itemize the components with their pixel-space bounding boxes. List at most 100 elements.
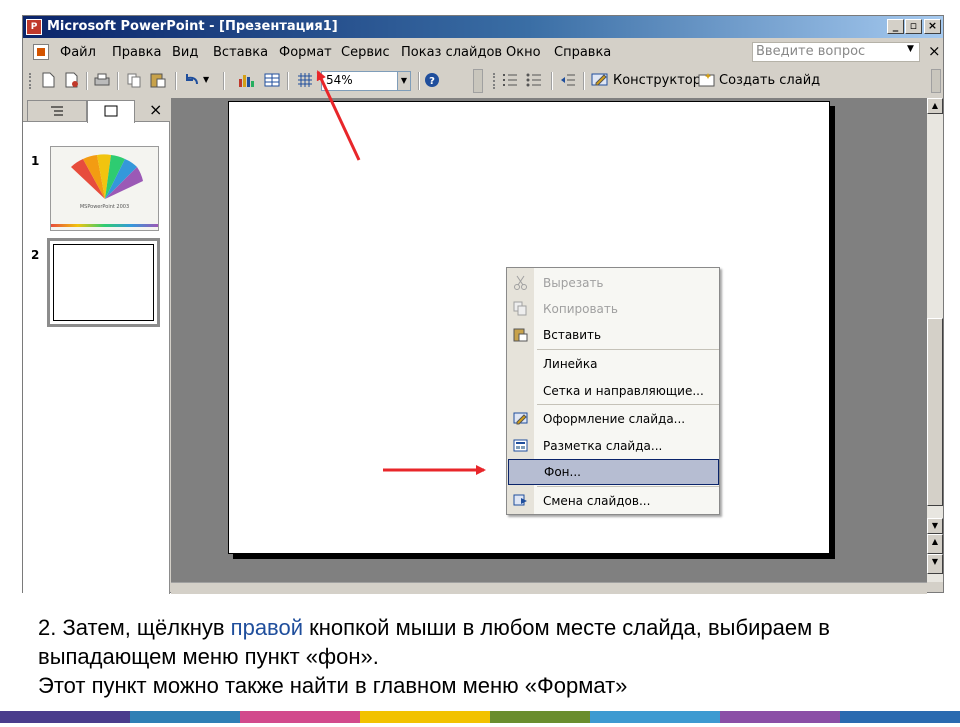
slide-thumbnail-2[interactable]: [47, 238, 160, 327]
slide-number: 1: [31, 154, 40, 168]
menu-item-label: Линейка: [543, 357, 598, 371]
caption-line-3: Этот пункт можно также найти в главном м…: [38, 673, 628, 698]
close-button[interactable]: ×: [924, 19, 941, 34]
undo-dropdown-icon[interactable]: ▼: [203, 71, 221, 89]
menu-item-background[interactable]: Фон...: [508, 459, 719, 485]
menu-slideshow[interactable]: Показ слайдов: [401, 45, 502, 60]
menu-separator: [537, 486, 719, 487]
thumbnail-color-strip: [51, 224, 158, 227]
numbered-list-icon[interactable]: [501, 71, 519, 89]
copy-icon: [513, 301, 528, 316]
toolbar-separator: [287, 72, 289, 90]
menu-edit[interactable]: Правка: [112, 45, 161, 60]
designer-button[interactable]: Конструктор: [613, 73, 701, 88]
thumbnail-title: MSPowerPoint 2003: [79, 204, 130, 210]
instruction-caption: 2. Затем, щёлкнув правой кнопкой мыши в …: [38, 613, 938, 700]
print-icon[interactable]: [93, 71, 111, 89]
menu-view[interactable]: Вид: [172, 45, 198, 60]
toolbar: ▼ 54% ▼ ? Конструктор Создать слайд: [23, 67, 943, 95]
new-document-icon[interactable]: [39, 71, 57, 89]
grid-icon[interactable]: [296, 71, 314, 89]
powerpoint-app-icon[interactable]: P: [26, 19, 42, 35]
toolbar-separator: [175, 72, 177, 90]
menu-item-slide-design[interactable]: Оформление слайда...: [507, 406, 719, 432]
designer-icon[interactable]: [591, 72, 609, 88]
previous-slide-icon[interactable]: ▲: [927, 534, 943, 554]
paste-icon: [513, 327, 528, 342]
slide-number: 2: [31, 248, 40, 262]
caption-line-2: выпадающем меню пункт «фон».: [38, 644, 379, 669]
menu-bar: Файл Правка Вид Вставка Формат Сервис По…: [23, 39, 943, 65]
help-dropdown-icon[interactable]: ▼: [907, 44, 914, 54]
caption-text: кнопкой мыши в любом месте слайда, выбир…: [303, 615, 830, 640]
color-fan-image: [71, 154, 143, 199]
window-title: Microsoft PowerPoint - [Презентация1]: [47, 19, 338, 34]
menu-format[interactable]: Формат: [279, 45, 332, 60]
menu-window[interactable]: Окно: [506, 45, 541, 60]
scrollbar-thumb[interactable]: [927, 318, 943, 506]
paste-icon[interactable]: [149, 71, 167, 89]
menu-item-ruler[interactable]: Линейка: [507, 351, 719, 377]
toolbar-grip[interactable]: [29, 73, 33, 89]
caption-highlight: правой: [230, 615, 304, 640]
menu-item-label: Сетка и направляющие...: [543, 384, 704, 398]
menu-item-copy[interactable]: Копировать: [507, 296, 719, 322]
toolbar-grip[interactable]: [493, 73, 497, 89]
slide-layout-icon: [513, 438, 528, 453]
svg-text:?: ?: [429, 76, 435, 87]
panel-tabs: ×: [23, 98, 170, 123]
next-slide-icon[interactable]: ▼: [927, 554, 943, 574]
menu-file[interactable]: Файл: [60, 45, 96, 60]
document-icon[interactable]: [33, 44, 49, 60]
close-document-button[interactable]: ×: [928, 42, 941, 60]
insert-chart-icon[interactable]: [237, 71, 255, 89]
menu-item-grid-guides[interactable]: Сетка и направляющие...: [507, 378, 719, 404]
menu-item-paste[interactable]: Вставить: [507, 322, 719, 348]
zoom-input[interactable]: 54%: [321, 71, 409, 91]
undo-icon[interactable]: [183, 71, 201, 89]
scroll-down-icon[interactable]: ▼: [927, 518, 943, 534]
title-bar: P Microsoft PowerPoint - [Презентация1] …: [23, 16, 943, 38]
restore-button[interactable]: ▫: [905, 19, 922, 34]
panel-close-icon[interactable]: ×: [149, 100, 162, 119]
toolbar-separator: [418, 72, 420, 90]
menu-help[interactable]: Справка: [554, 45, 611, 60]
toolbar-separator: [551, 72, 553, 90]
vertical-scrollbar[interactable]: ▲ ▼ ▲ ▼: [927, 98, 943, 582]
toolbar-separator: [583, 72, 585, 90]
menu-item-label: Оформление слайда...: [543, 412, 686, 426]
zoom-dropdown-icon[interactable]: ▼: [397, 71, 411, 91]
toolbar-overflow-icon[interactable]: [473, 69, 483, 93]
horizontal-scrollbar[interactable]: [171, 582, 927, 594]
menu-insert[interactable]: Вставка: [213, 45, 268, 60]
bulleted-list-icon[interactable]: [525, 71, 543, 89]
open-file-icon[interactable]: [63, 71, 81, 89]
toolbar-overflow-icon[interactable]: [931, 69, 941, 93]
tab-slides[interactable]: [87, 100, 135, 123]
menu-item-slide-transition[interactable]: Смена слайдов...: [507, 488, 719, 514]
insert-table-icon[interactable]: [263, 71, 281, 89]
decorative-color-strip: [0, 708, 960, 723]
context-menu: Вырезать Копировать Вставить Линейка Сет…: [506, 267, 720, 515]
menu-item-label: Разметка слайда...: [543, 439, 663, 453]
menu-tools[interactable]: Сервис: [341, 45, 390, 60]
toolbar-separator: [86, 72, 88, 90]
slide-thumbnail-1[interactable]: MSPowerPoint 2003: [50, 146, 159, 231]
slides-icon: [104, 105, 118, 117]
help-question-input[interactable]: Введите вопрос: [752, 42, 920, 62]
menu-item-cut[interactable]: Вырезать: [507, 270, 719, 296]
slides-panel: × 1 MSPowerPoint 2003 2: [23, 98, 170, 594]
menu-item-slide-layout[interactable]: Разметка слайда...: [507, 433, 719, 459]
new-slide-button[interactable]: Создать слайд: [719, 73, 820, 88]
help-icon[interactable]: ?: [423, 71, 441, 89]
slide-design-icon: [513, 411, 528, 426]
outline-icon: [51, 106, 63, 116]
tab-outline[interactable]: [27, 100, 87, 121]
menu-item-label: Копировать: [543, 302, 618, 316]
slide-transition-icon: [513, 493, 528, 508]
decrease-indent-icon[interactable]: [559, 71, 577, 89]
minimize-button[interactable]: _: [887, 19, 904, 34]
scroll-up-icon[interactable]: ▲: [927, 98, 943, 114]
copy-icon[interactable]: [125, 71, 143, 89]
new-slide-icon[interactable]: [698, 72, 716, 88]
